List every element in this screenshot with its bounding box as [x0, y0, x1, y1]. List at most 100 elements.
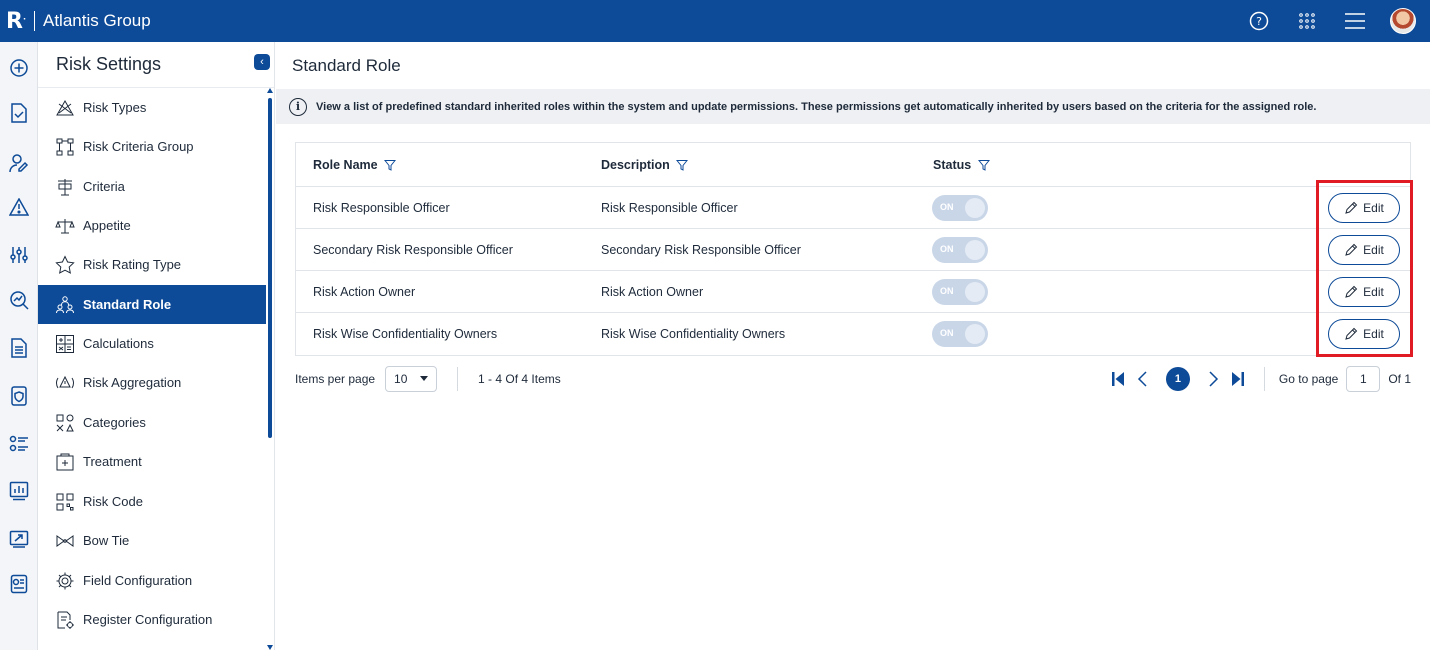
status-toggle[interactable]: ON [932, 321, 988, 347]
status-cell: ON [904, 278, 1284, 305]
sidebar-item-risk-code[interactable]: Risk Code [38, 482, 266, 521]
pager-divider [1263, 367, 1265, 391]
help-icon[interactable]: ? [1246, 8, 1272, 34]
role-name-cell: Risk Wise Confidentiality Owners [313, 327, 498, 341]
sidebar-item-label: Appetite [83, 218, 131, 233]
app-logo[interactable]: R. [0, 9, 32, 34]
bar-chart-icon[interactable] [7, 479, 31, 503]
info-text: View a list of predefined standard inher… [316, 100, 1317, 113]
add-circle-icon[interactable] [7, 56, 31, 80]
gear-icon [54, 570, 76, 592]
sidebar-item-bow-tie[interactable]: Bow Tie [38, 521, 266, 560]
items-per-page-select[interactable]: 10 [385, 366, 438, 392]
sidebar-item-standard-role[interactable]: Standard Role [38, 285, 266, 324]
go-to-page-input[interactable]: 1 [1346, 366, 1381, 392]
sidebar-item-calculations[interactable]: Calculations [38, 324, 266, 363]
sidebar-item-field-configuration[interactable]: Field Configuration [38, 561, 266, 600]
report-icon[interactable] [7, 572, 31, 596]
sidebar-item-label: Register Configuration [83, 612, 213, 627]
pagination-bar: Items per page 10 1 - 4 Of 4 Items 1 Go … [295, 362, 1411, 396]
info-banner: i View a list of predefined standard inh… [276, 89, 1430, 124]
sidebar-item-label: Treatment [83, 454, 142, 469]
star-icon [54, 254, 76, 276]
scrollbar-thumb[interactable] [268, 98, 272, 438]
standard-role-table: Role Name Description Status Risk Respon… [295, 142, 1411, 356]
sidebar-item-risk-rating-type[interactable]: Risk Rating Type [38, 245, 266, 284]
apps-grid-icon[interactable] [1294, 8, 1320, 34]
menu-icon[interactable] [1342, 8, 1368, 34]
sidebar-item-appetite[interactable]: Appetite [38, 206, 266, 245]
user-edit-icon[interactable] [7, 151, 31, 175]
search-analytics-icon[interactable] [7, 288, 31, 312]
sidebar-item-register-configuration[interactable]: Register Configuration [38, 600, 266, 639]
categories-icon [54, 412, 76, 434]
status-cell: ON [904, 321, 1284, 347]
items-summary: 1 - 4 Of 4 Items [478, 372, 561, 386]
trend-chart-icon[interactable] [7, 527, 31, 551]
sidebar-item-risk-aggregation[interactable]: Risk Aggregation [38, 363, 266, 402]
scroll-up-arrow[interactable] [267, 88, 273, 93]
treatment-icon [54, 451, 76, 473]
filter-icon[interactable] [977, 159, 990, 172]
description-cell: Risk Wise Confidentiality Owners [601, 327, 786, 341]
icon-rail [0, 42, 38, 650]
shield-document-icon[interactable] [7, 384, 31, 408]
sidebar-item-criteria[interactable]: Criteria [38, 167, 266, 206]
next-page-icon[interactable] [1202, 367, 1226, 391]
table-row: Risk Action Owner Risk Action Owner ON E… [296, 271, 1410, 313]
items-per-page-value: 10 [394, 372, 408, 386]
sidebar-item-label: Field Configuration [83, 573, 193, 588]
risk-settings-sidebar: Risk Settings ‹ Risk Types Risk Criteria… [38, 42, 275, 650]
collapse-sidebar-button[interactable]: ‹ [254, 54, 270, 70]
bow-tie-icon [54, 530, 76, 552]
sidebar-item-label: Categories [83, 415, 146, 430]
role-name-cell: Risk Responsible Officer [313, 200, 450, 215]
edit-buttons-highlight [1316, 180, 1413, 357]
register-config-icon [54, 609, 76, 631]
description-cell: Risk Responsible Officer [601, 200, 738, 215]
scroll-down-arrow[interactable] [267, 645, 273, 650]
sidebar-item-risk-criteria-group[interactable]: Risk Criteria Group [38, 127, 266, 166]
sidebar-item-treatment[interactable]: Treatment [38, 442, 266, 481]
sidebar-item-label: Risk Types [83, 100, 147, 115]
warning-icon[interactable] [7, 195, 31, 219]
items-per-page-label: Items per page [295, 372, 376, 386]
column-label: Status [933, 157, 972, 172]
sidebar-item-risk-types[interactable]: Risk Types [38, 88, 266, 127]
status-toggle[interactable]: ON [932, 236, 988, 263]
column-header-description[interactable]: Description [584, 158, 904, 172]
sidebar-item-label: Criteria [83, 179, 125, 194]
roles-icon [54, 294, 76, 316]
avatar[interactable] [1390, 8, 1416, 34]
status-cell: ON [904, 236, 1284, 263]
first-page-icon[interactable] [1106, 367, 1130, 391]
logo-divider [34, 11, 35, 31]
sidebar-item-label: Calculations [83, 336, 154, 351]
sidebar-item-label: Risk Criteria Group [83, 139, 194, 154]
last-page-icon[interactable] [1226, 367, 1250, 391]
svg-text:?: ? [1256, 15, 1262, 28]
status-toggle[interactable]: ON [932, 194, 988, 221]
role-name-cell: Secondary Risk Responsible Officer [313, 242, 513, 257]
app-title[interactable]: Atlantis Group [43, 11, 151, 31]
filter-icon[interactable] [676, 159, 689, 172]
previous-page-icon[interactable] [1130, 367, 1154, 391]
slider-settings-icon[interactable] [7, 243, 31, 267]
sidebar-scrollbar[interactable] [267, 88, 273, 650]
criteria-icon [54, 176, 76, 198]
current-page-button[interactable]: 1 [1165, 367, 1190, 391]
document-icon[interactable] [7, 336, 31, 360]
column-header-role-name[interactable]: Role Name [296, 158, 584, 172]
main-content: Standard Role i View a list of predefine… [276, 42, 1430, 650]
sidebar-item-categories[interactable]: Categories [38, 403, 266, 442]
sidebar-item-label: Risk Aggregation [83, 375, 182, 390]
filter-icon[interactable] [384, 159, 397, 172]
column-header-status[interactable]: Status [904, 158, 1284, 172]
aggregation-icon [54, 372, 76, 394]
status-toggle[interactable]: ON [932, 278, 988, 305]
calculator-icon [54, 333, 76, 355]
sidebar-item-label: Risk Code [83, 494, 143, 509]
checklist-icon[interactable] [7, 432, 31, 456]
sidebar-item-label: Bow Tie [83, 533, 130, 548]
document-check-icon[interactable] [7, 101, 31, 125]
